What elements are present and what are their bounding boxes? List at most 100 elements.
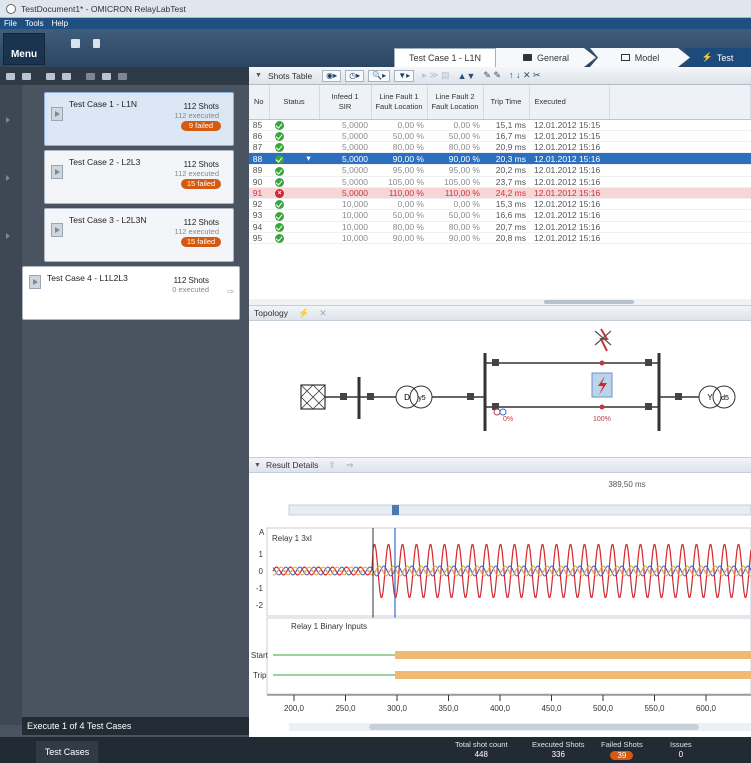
failed-label: Failed Shots: [601, 740, 643, 749]
chevron-down-icon[interactable]: ▾: [304, 153, 310, 163]
table-row[interactable]: 95 10,000 90,00 % 90,00 % 20,8 ms 12.01.2012 …: [249, 232, 751, 245]
document-icon[interactable]: [93, 39, 100, 48]
expand-arrow-icon[interactable]: [6, 175, 10, 181]
col-lf1[interactable]: Line Fault 1 Fault Location: [371, 85, 428, 120]
expand-icon[interactable]: [22, 72, 31, 80]
next-icon[interactable]: ▸ ≫ ▤: [422, 70, 449, 81]
edit-all-icon[interactable]: [62, 72, 71, 80]
table-row[interactable]: 88 ▾ 5,0000 90,00 % 90,00 % 20,3 ms 12.01.201…: [249, 152, 751, 166]
fault2-position: 100%: [593, 416, 611, 423]
table-row[interactable]: 87 5,0000 80,00 % 80,00 % 20,9 ms 12.01.2012 …: [249, 141, 751, 154]
col-status[interactable]: Status: [269, 85, 320, 120]
executed-shots: Executed Shots 336: [532, 740, 585, 759]
cell-filler: [609, 164, 751, 177]
cell-trip-time: 15,3 ms: [483, 198, 529, 211]
col-executed[interactable]: Executed: [529, 85, 610, 120]
move-up-icon[interactable]: [86, 72, 95, 80]
trace-label: Relay 1 3xI: [272, 534, 312, 543]
row-actions-icon[interactable]: ↑ ↓ ✕ ✂: [509, 70, 541, 81]
tab-general[interactable]: General: [496, 48, 596, 67]
filter-button[interactable]: ▼▸: [394, 69, 415, 82]
table-row[interactable]: 91 × 5,0000 110,00 % 110,00 % 24,2 ms 12.01.20…: [249, 187, 751, 200]
trafo1-primary: D: [404, 393, 410, 402]
save-icon[interactable]: [71, 39, 80, 48]
slider-handle[interactable]: [392, 505, 399, 515]
failed-badge: 15 failed: [181, 237, 221, 247]
collapse-triangle-icon[interactable]: ▼: [255, 72, 262, 79]
expand-button[interactable]: [51, 223, 63, 237]
tab-test[interactable]: ⚡ Test: [684, 48, 751, 67]
collapse-icon[interactable]: [6, 72, 15, 80]
cell-status: ×: [269, 187, 319, 200]
camera-button[interactable]: ◉▸: [322, 69, 342, 82]
table-row[interactable]: 86 5,0000 50,00 % 50,00 % 16,7 ms 12.01.2012 …: [249, 130, 751, 143]
col-trip-time[interactable]: Trip Time: [483, 85, 530, 120]
topology-label: Topology: [254, 308, 289, 318]
tab-strip: Test Case 1 - L1N General Model ⚡ Test: [0, 48, 751, 67]
edit-icon[interactable]: [46, 72, 55, 80]
menu-help[interactable]: Help: [52, 19, 68, 28]
shot-count: 112 Shots: [183, 218, 219, 227]
col-lf2[interactable]: Line Fault 2 Fault Location: [427, 85, 484, 120]
cell-status: [269, 164, 319, 177]
table-row[interactable]: 93 10,000 50,00 % 50,00 % 16,6 ms 12.01.2012 …: [249, 209, 751, 222]
fault-point[interactable]: [599, 360, 605, 366]
edit-table-icon[interactable]: ✎ ✎: [483, 70, 501, 81]
cell-filler: [609, 152, 751, 166]
issues: Issues 0: [670, 740, 692, 759]
expand-button[interactable]: [51, 107, 63, 121]
test-cases-tab[interactable]: Test Cases: [36, 741, 98, 763]
expand-arrow-icon[interactable]: [6, 233, 10, 239]
cell-sir: 5,0000: [319, 187, 371, 200]
cell-filler: [609, 232, 751, 245]
col-sir[interactable]: Infeed 1 SIR: [319, 85, 372, 120]
table-row[interactable]: 94 10,000 80,00 % 80,00 % 20,7 ms 12.01.2012 …: [249, 221, 751, 233]
table-row[interactable]: 89 5,0000 95,00 % 95,00 % 20,2 ms 12.01.2012 …: [249, 164, 751, 177]
test-case-card[interactable]: Test Case 3 - L2L3N 112 Shots 112 execut…: [44, 208, 234, 262]
table-row[interactable]: 85 5,0000 0,00 % 0,00 % 15,1 ms 12.01.2012 15…: [249, 119, 751, 131]
tab-model[interactable]: Model: [590, 48, 690, 67]
menu-tools[interactable]: Tools: [25, 19, 44, 28]
executed-count: 0 executed: [172, 285, 209, 294]
cell-executed: 12.01.2012 15:15: [529, 119, 609, 131]
test-case-card[interactable]: Test Case 1 - L1N 112 Shots 112 executed…: [44, 92, 234, 146]
timer-button[interactable]: ◷▸: [345, 69, 365, 82]
shot-count: 112 Shots: [183, 102, 219, 111]
cell-no: 92: [249, 198, 269, 211]
export-icon[interactable]: ⇪: [328, 460, 336, 471]
sort-icon[interactable]: ▲▼: [458, 71, 476, 81]
expand-button[interactable]: [51, 165, 63, 179]
close-icon[interactable]: ✕: [319, 308, 327, 319]
cell-no: 87: [249, 141, 269, 154]
chart-scroll-thumb[interactable]: [369, 724, 699, 730]
edit-arrow-icon[interactable]: ⇨: [227, 287, 234, 296]
cell-sir: 5,0000: [319, 130, 371, 143]
collapse-triangle-icon[interactable]: ▼: [254, 462, 261, 469]
cell-executed: 12.01.2012 15:16: [529, 209, 609, 222]
table-row[interactable]: 92 10,000 0,00 % 0,00 % 15,3 ms 12.01.2012 15…: [249, 198, 751, 211]
start-signal: [395, 651, 751, 659]
test-case-card[interactable]: Test Case 4 - L1L2L3 112 Shots 0 execute…: [22, 266, 240, 320]
tab-test-case[interactable]: Test Case 1 - L1N: [394, 48, 496, 67]
move-down-icon[interactable]: [102, 72, 111, 80]
zoom-button[interactable]: 🔍▸: [368, 69, 391, 82]
expand-arrow-icon[interactable]: [6, 117, 10, 123]
scroll-thumb[interactable]: [544, 300, 634, 304]
expand-button[interactable]: [29, 275, 41, 289]
test-case-card[interactable]: Test Case 2 - L2L3 112 Shots 112 execute…: [44, 150, 234, 204]
executed-value: 336: [551, 750, 565, 759]
cell-lf2: 50,00 %: [427, 209, 483, 222]
link-icon[interactable]: ⇒: [346, 460, 354, 471]
cell-no: 90: [249, 176, 269, 188]
execute-bar[interactable]: Execute 1 of 4 Test Cases: [22, 717, 249, 735]
delete-icon[interactable]: [118, 72, 127, 80]
lightning-icon[interactable]: ⚡: [298, 308, 309, 319]
time-slider[interactable]: [288, 504, 751, 516]
menu-file[interactable]: File: [4, 19, 17, 28]
result-chart: 389,50 ms A Relay 1 3xI 1 0 -1 -2 Relay 1 B…: [251, 480, 751, 731]
cell-status: [269, 130, 319, 143]
col-no[interactable]: No: [249, 85, 270, 120]
passed-icon: [275, 200, 284, 210]
fault-point[interactable]: [599, 404, 605, 410]
table-row[interactable]: 90 5,0000 105,00 % 105,00 % 23,7 ms 12.01.201…: [249, 176, 751, 188]
